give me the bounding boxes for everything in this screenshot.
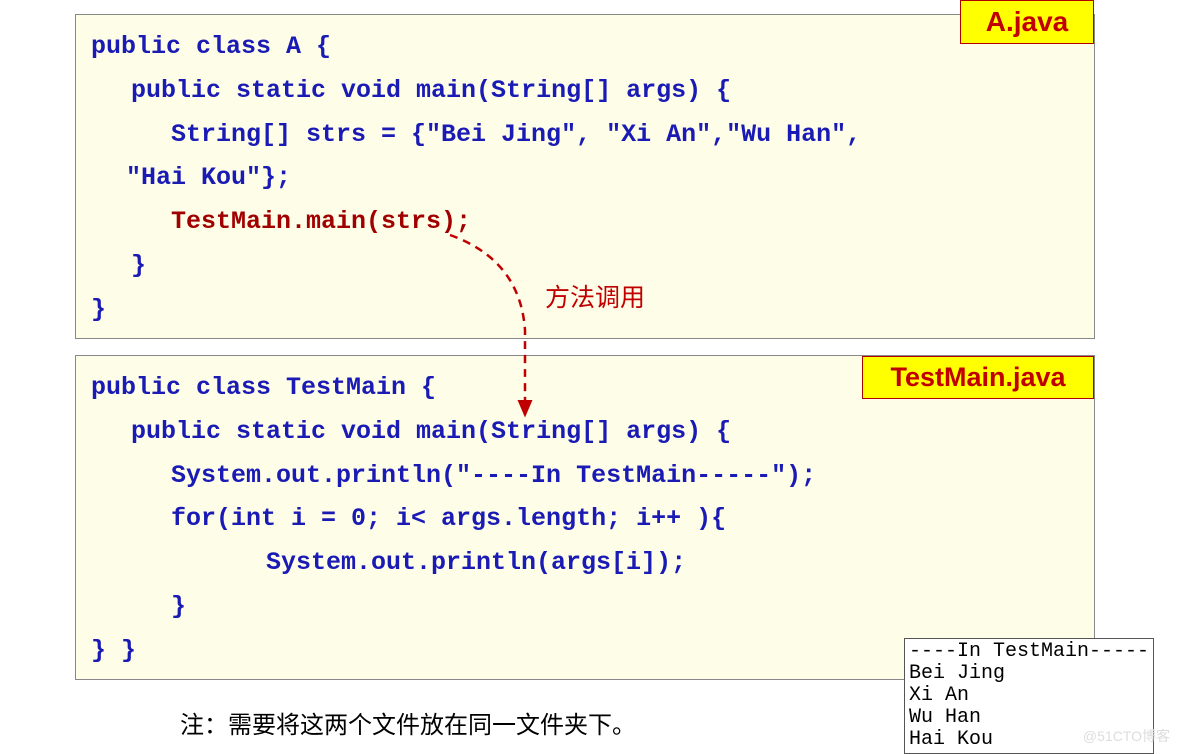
code-line: String[] strs = {"Bei Jing", "Xi An","Wu…	[91, 113, 1079, 157]
code-line: System.out.println("----In TestMain-----…	[91, 454, 1079, 498]
code-block-testmain: public class TestMain { public static vo…	[75, 355, 1095, 680]
annotation-text: 方法调用	[545, 278, 645, 314]
code-line: TestMain.main(strs);	[91, 200, 1079, 244]
file-label-a: A.java	[960, 0, 1094, 44]
file-label-testmain: TestMain.java	[862, 356, 1094, 399]
code-line: for(int i = 0; i< args.length; i++ ){	[91, 497, 1079, 541]
code-line: System.out.println(args[i]);	[91, 541, 1079, 585]
watermark: @51CTO博客	[1083, 726, 1170, 746]
code-line: "Hai Kou"};	[91, 156, 1079, 200]
code-line: }	[91, 585, 1079, 629]
code-line: public static void main(String[] args) {	[91, 410, 1079, 454]
note-text: 注：需要将这两个文件放在同一文件夹下。	[180, 705, 636, 740]
code-line: public class A {	[91, 25, 1079, 69]
code-line: public static void main(String[] args) {	[91, 69, 1079, 113]
